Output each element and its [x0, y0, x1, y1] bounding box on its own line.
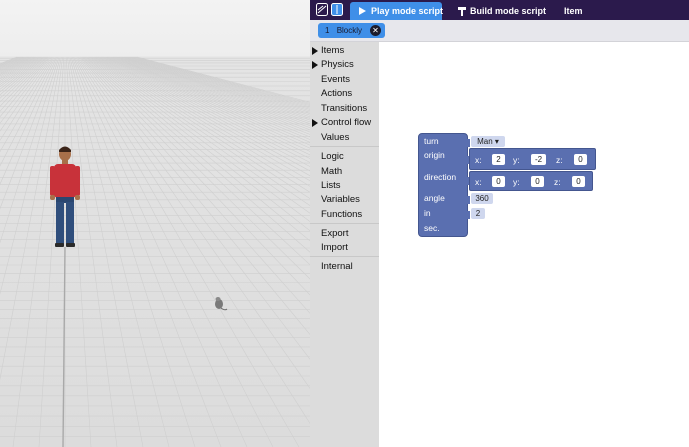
toolbox-category-internal[interactable]: Internal [321, 261, 353, 272]
block-input-notch [465, 211, 470, 219]
direction-x-field[interactable]: 0 [492, 176, 505, 187]
direction-vector-block[interactable]: x: 0 y: 0 z: 0 [469, 171, 593, 191]
category-label: Lists [321, 180, 341, 191]
toolbox-category-variables[interactable]: Variables [321, 194, 360, 205]
play-icon [359, 7, 366, 15]
block-input-notch [465, 139, 470, 147]
script-tab-number: 1 [325, 26, 330, 35]
tab-label: Item [564, 6, 583, 16]
category-label: Math [321, 166, 343, 177]
tab-label: Build mode script [470, 6, 547, 16]
origin-y-label: y: [513, 155, 520, 165]
category-label: Transitions [321, 103, 368, 114]
scene-viewport[interactable] [0, 0, 310, 447]
direction-z-label: z: [554, 177, 561, 187]
blockly-toolbox: Items Physics Events Actions Transitions… [310, 42, 379, 447]
origin-x-label: x: [475, 155, 482, 165]
direction-y-label: y: [513, 177, 520, 187]
toolbox-separator [310, 223, 379, 224]
book-icon[interactable] [331, 3, 343, 16]
origin-z-field[interactable]: 0 [574, 154, 587, 165]
target-dropdown[interactable]: Man ▾ [471, 136, 505, 147]
direction-x-label: x: [475, 177, 482, 187]
toolbox-category-actions[interactable]: Actions [321, 88, 352, 99]
category-label: Control flow [321, 117, 372, 128]
tab-label: Play mode script [371, 6, 444, 16]
tab-build-mode-script[interactable]: Build mode script [455, 2, 546, 20]
category-label: Actions [321, 88, 353, 99]
floor-grid [0, 56, 310, 447]
origin-label: origin [424, 150, 445, 160]
toolbox-category-math[interactable]: Math [321, 166, 342, 177]
origin-x-field[interactable]: 2 [492, 154, 505, 165]
category-label: Internal [321, 261, 353, 272]
sec-label: sec. [424, 223, 440, 233]
category-label: Items [321, 45, 345, 56]
turn-block[interactable]: turn origin direction angle in sec. [418, 133, 470, 237]
target-value: Man [477, 137, 493, 146]
toolbox-category-lists[interactable]: Lists [321, 180, 341, 191]
origin-y-field[interactable]: -2 [531, 154, 546, 165]
category-label: Variables [321, 194, 360, 205]
toolbox-separator [310, 146, 379, 147]
category-label: Values [321, 132, 350, 143]
category-label: Events [321, 74, 351, 85]
close-icon[interactable]: ✕ [370, 25, 381, 36]
expand-triangle-icon [312, 47, 318, 55]
expand-triangle-icon [312, 61, 318, 69]
angle-label: angle [424, 193, 445, 203]
script-tab-bar: 1 Blockly ✕ [310, 20, 689, 42]
toolbox-category-items[interactable]: Items [312, 45, 345, 56]
direction-z-field[interactable]: 0 [572, 176, 585, 187]
turn-label: turn [424, 136, 439, 146]
category-label: Logic [321, 151, 344, 162]
blockly-script-tab[interactable]: 1 Blockly ✕ [318, 23, 385, 38]
origin-z-label: z: [556, 155, 563, 165]
block-input-notch [465, 196, 470, 204]
direction-y-field[interactable]: 0 [531, 176, 544, 187]
category-label: Import [321, 242, 348, 253]
duration-field[interactable]: 2 [471, 208, 485, 219]
tab-item[interactable]: Item [564, 2, 583, 20]
dropdown-arrow-icon: ▾ [494, 137, 499, 146]
direction-label: direction [424, 172, 457, 182]
origin-vector-block[interactable]: x: 2 y: -2 z: 0 [469, 148, 596, 170]
hammer-icon [458, 7, 466, 16]
blockly-workspace[interactable]: turn origin direction angle in sec. Man … [379, 42, 689, 447]
toolbox-category-events[interactable]: Events [321, 74, 350, 85]
expand-triangle-icon [312, 119, 318, 127]
toolbox-category-control-flow[interactable]: Control flow [312, 117, 372, 128]
toolbox-category-physics[interactable]: Physics [312, 59, 354, 70]
layers-icon[interactable] [316, 3, 328, 16]
toolbox-category-functions[interactable]: Functions [321, 209, 362, 220]
toolbox-category-values[interactable]: Values [321, 132, 349, 143]
angle-field[interactable]: 360 [471, 193, 493, 204]
toolbox-separator [310, 256, 379, 257]
top-toolbar: Play mode script Build mode script Item [310, 0, 689, 20]
in-label: in [424, 208, 431, 218]
toolbox-category-transitions[interactable]: Transitions [321, 103, 367, 114]
toolbox-category-export[interactable]: Export [321, 228, 348, 239]
category-label: Functions [321, 209, 363, 220]
script-tab-label: Blockly [336, 26, 363, 35]
category-label: Export [321, 228, 349, 239]
toolbox-category-import[interactable]: Import [321, 242, 348, 253]
category-label: Physics [321, 59, 354, 70]
tab-play-mode-script[interactable]: Play mode script [350, 2, 444, 20]
toolbox-category-logic[interactable]: Logic [321, 151, 344, 162]
